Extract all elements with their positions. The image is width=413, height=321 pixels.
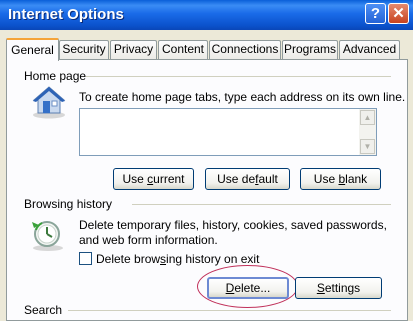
close-button[interactable]: ✕ <box>388 3 409 24</box>
title-bar[interactable]: Internet Options ? ✕ <box>0 0 413 30</box>
tab-security[interactable]: Security <box>59 40 109 59</box>
use-default-button[interactable]: Use default <box>205 168 290 190</box>
delete-button[interactable]: Delete... <box>207 277 289 299</box>
history-clock-icon <box>32 221 63 251</box>
use-blank-button[interactable]: Use blank <box>300 168 381 190</box>
browsing-history-description-2: and web form information. <box>79 233 218 247</box>
browsing-history-description-1: Delete temporary files, history, cookies… <box>79 218 387 232</box>
tab-privacy[interactable]: Privacy <box>110 40 157 59</box>
home-page-scrollbar[interactable]: ▲ ▼ <box>359 109 376 155</box>
help-button[interactable]: ? <box>365 3 386 24</box>
delete-on-exit-checkbox[interactable] <box>79 252 92 265</box>
delete-on-exit-label-a: Delete brow <box>96 252 161 266</box>
delete-on-exit-label-c: ing history on exit <box>166 252 260 266</box>
tab-content[interactable]: Content <box>158 40 208 59</box>
delete-on-exit-label[interactable]: Delete browsing history on exit <box>96 252 259 266</box>
settings-button[interactable]: Settings <box>295 277 382 299</box>
house-icon <box>32 86 66 119</box>
help-icon: ? <box>370 5 381 22</box>
use-current-label-a: Use <box>122 172 148 186</box>
delete-label-c: elete... <box>234 281 271 295</box>
use-current-button[interactable]: Use current <box>113 168 194 190</box>
tab-advanced[interactable]: Advanced <box>339 40 400 59</box>
close-icon: ✕ <box>392 5 405 22</box>
tab-connections[interactable]: Connections <box>209 40 281 59</box>
home-page-address-field[interactable]: ▲ ▼ <box>79 108 377 156</box>
use-default-label-c: ault <box>258 172 278 186</box>
use-blank-label-a: Use <box>313 172 339 186</box>
scroll-down-icon[interactable]: ▼ <box>360 139 375 154</box>
settings-label-c: ettings <box>324 281 361 295</box>
browsing-history-divider <box>132 204 391 205</box>
home-page-description: To create home page tabs, type each addr… <box>79 90 406 104</box>
tab-general[interactable]: General <box>6 38 59 61</box>
use-current-label-c: urrent <box>153 172 185 186</box>
search-group-label: Search <box>24 303 63 317</box>
home-page-group-label: Home page <box>24 69 87 83</box>
tab-programs[interactable]: Programs <box>282 40 338 59</box>
home-page-divider <box>86 76 391 77</box>
tab-strip: General Security Privacy Content Connect… <box>6 38 406 61</box>
scroll-up-icon[interactable]: ▲ <box>360 110 375 125</box>
use-default-label-a: Use de <box>217 172 256 186</box>
search-divider <box>68 310 391 311</box>
use-blank-label-c: lank <box>345 172 368 186</box>
window-title: Internet Options <box>8 6 124 23</box>
browsing-history-group-label: Browsing history <box>24 197 113 211</box>
delete-label-b: D <box>225 281 235 295</box>
settings-label-b: S <box>316 281 325 295</box>
